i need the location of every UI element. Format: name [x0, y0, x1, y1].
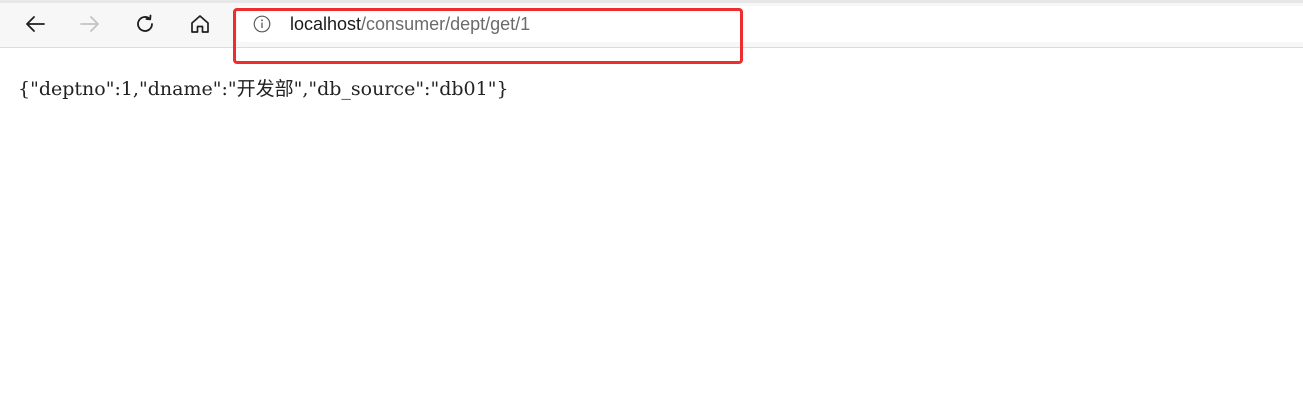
refresh-button[interactable]	[129, 8, 161, 40]
json-response-text: {"deptno":1,"dname":"开发部","db_source":"d…	[18, 78, 509, 100]
home-button[interactable]	[184, 8, 216, 40]
browser-toolbar: localhost/consumer/dept/get/1	[0, 0, 1303, 48]
home-icon	[191, 15, 209, 33]
tabstrip-edge	[0, 0, 1303, 3]
arrow-left-icon	[26, 16, 45, 32]
url-path: /consumer/dept/get/1	[361, 14, 531, 34]
address-bar[interactable]: localhost/consumer/dept/get/1	[237, 6, 1303, 42]
arrow-right-icon	[80, 16, 99, 32]
back-button[interactable]	[19, 8, 51, 40]
url-text[interactable]: localhost/consumer/dept/get/1	[290, 14, 530, 34]
info-icon[interactable]	[253, 15, 271, 33]
url-host: localhost	[290, 14, 362, 34]
refresh-icon	[137, 14, 153, 32]
forward-button[interactable]	[74, 8, 106, 40]
